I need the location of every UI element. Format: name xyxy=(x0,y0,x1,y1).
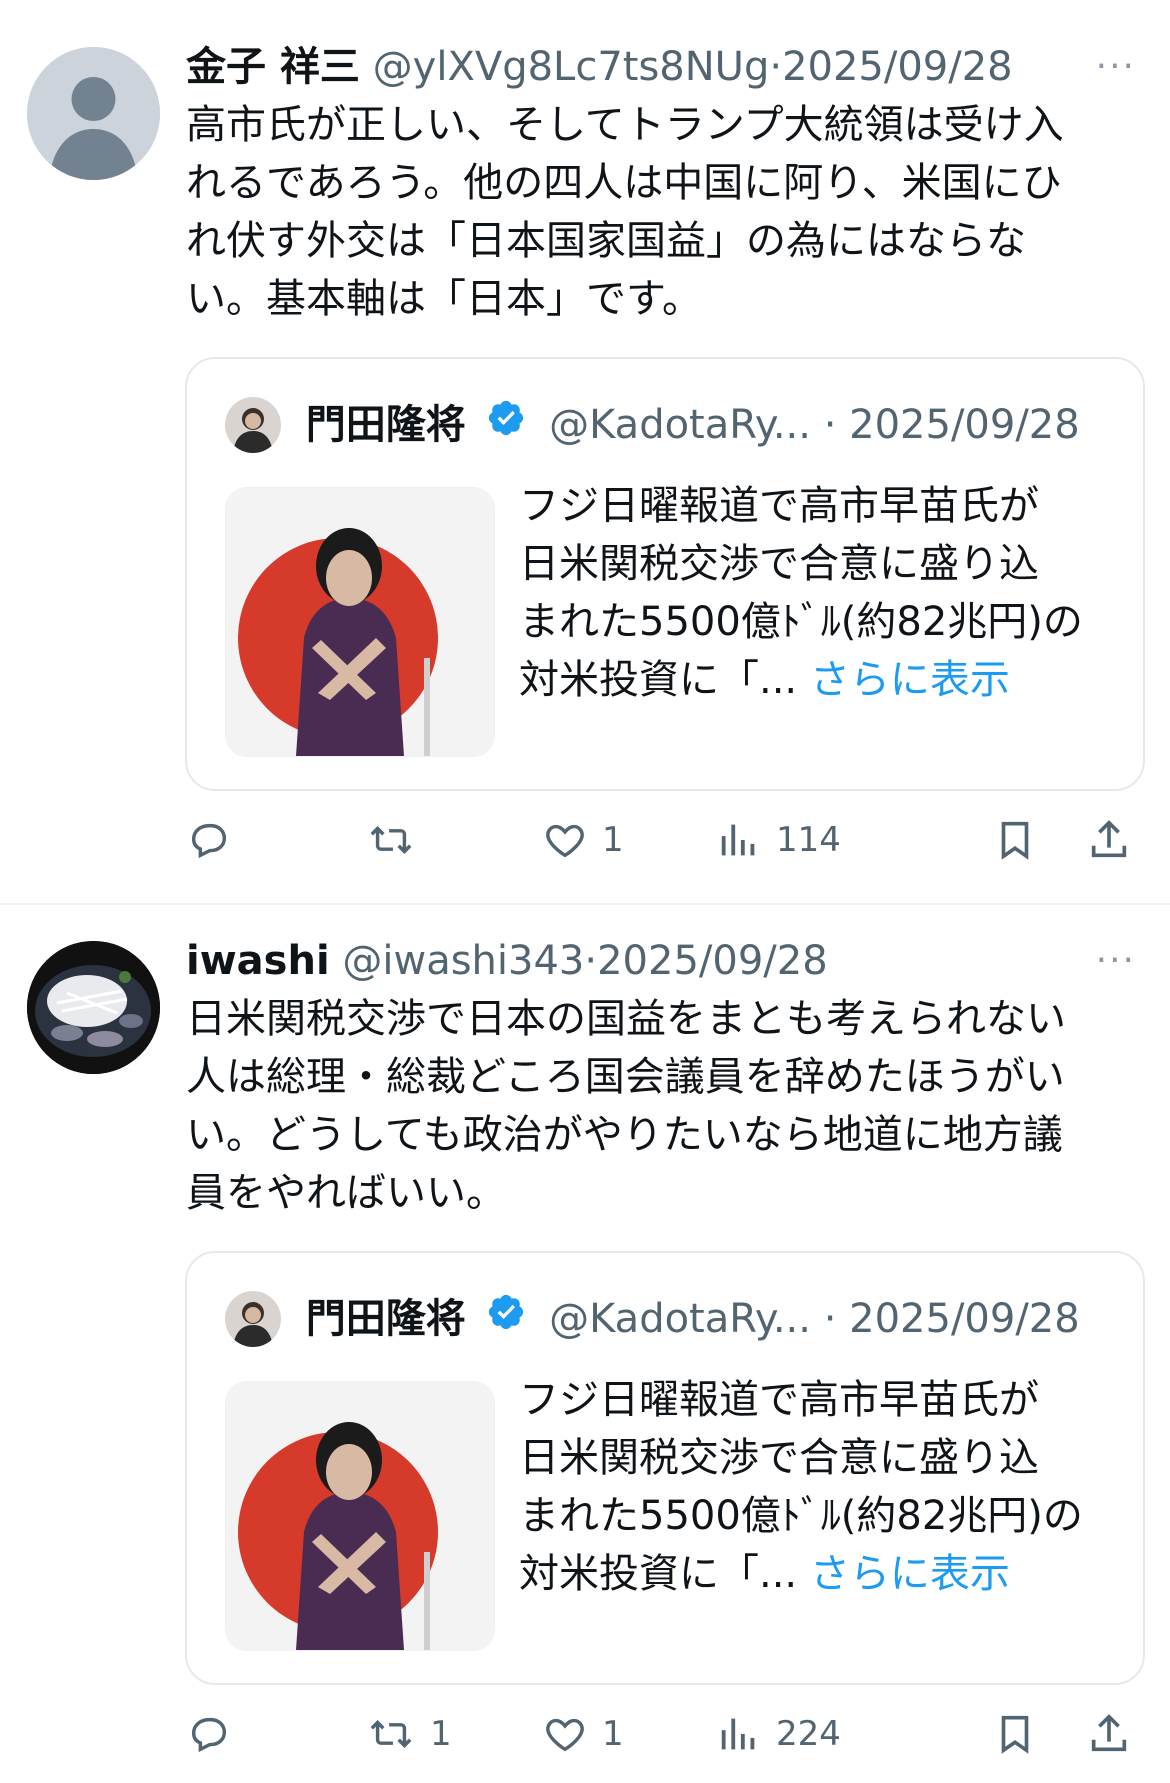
like-count: 1 xyxy=(602,1714,624,1754)
quote-avatar[interactable] xyxy=(225,1291,281,1347)
quote-avatar[interactable] xyxy=(225,397,281,453)
author-name[interactable]: 金子 祥三 xyxy=(186,44,360,90)
quote-media-image[interactable] xyxy=(225,487,495,757)
share-button[interactable] xyxy=(1086,810,1132,870)
like-count: 1 xyxy=(602,820,624,860)
like-button[interactable]: 1 xyxy=(542,810,624,870)
quoted-tweet[interactable]: 門田隆将 @KadotaRy... · 2025/09/28 フジ日曜報道で高市… xyxy=(185,357,1145,791)
tweet-text: 高市氏が正しい、そしてトランプ大統領は受け入 れるであろう。他の四人は中国に阿り… xyxy=(186,102,1064,322)
quote-media-image[interactable] xyxy=(225,1381,495,1651)
bookmark-button[interactable] xyxy=(992,810,1038,870)
retweet-icon xyxy=(370,1720,412,1748)
verified-badge-icon xyxy=(486,395,526,455)
views-button[interactable]: 114 xyxy=(716,810,841,870)
bookmark-icon xyxy=(1001,1715,1029,1754)
share-icon xyxy=(1091,820,1127,858)
separator-dot: · xyxy=(584,938,598,984)
author-name[interactable]: iwashi xyxy=(186,938,330,984)
separator-dot: · xyxy=(823,1296,837,1342)
separator-dot: · xyxy=(823,402,837,448)
avatar-default[interactable] xyxy=(27,47,160,180)
more-icon[interactable]: ··· xyxy=(1096,932,1136,990)
tweet-text: 日米関税交渉で日本の国益をまとも考えられない 人は総理・総裁どころ国会議員を辞め… xyxy=(186,996,1066,1216)
quote-date[interactable]: 2025/09/28 xyxy=(849,1296,1080,1342)
views-count: 224 xyxy=(776,1714,841,1754)
quote-author-name[interactable]: 門田隆将 xyxy=(306,402,466,448)
tweet-1[interactable]: 金子 祥三 @ylXVg8Lc7ts8NUg·2025/09/28 ··· 高市… xyxy=(0,0,1170,900)
quote-author-handle[interactable]: @KadotaRy... xyxy=(549,402,811,448)
quote-text: フジ日曜報道で高市早苗氏が 日米関税交渉で合意に盛り込 まれた5500億ﾄﾞﾙ(… xyxy=(519,477,1113,709)
person-icon xyxy=(27,47,160,180)
bookmark-icon xyxy=(1001,821,1029,860)
views-count: 114 xyxy=(776,820,841,860)
quote-date[interactable]: 2025/09/28 xyxy=(849,402,1080,448)
share-button[interactable] xyxy=(1086,1704,1132,1764)
food-photo-icon xyxy=(27,941,160,1074)
photo-thumbnail xyxy=(226,1382,494,1650)
retweet-icon xyxy=(370,826,412,854)
separator-dot: · xyxy=(769,44,783,90)
like-icon xyxy=(546,1718,584,1752)
more-icon[interactable]: ··· xyxy=(1096,38,1136,96)
show-more-link[interactable]: さらに表示 xyxy=(810,657,1010,703)
like-button[interactable]: 1 xyxy=(542,1704,624,1764)
reply-icon xyxy=(191,1717,227,1753)
quote-author-name[interactable]: 門田隆将 xyxy=(306,1296,466,1342)
action-bar: 1 1 224 xyxy=(186,1704,1144,1764)
reply-icon xyxy=(191,823,227,859)
action-bar: 1 114 xyxy=(186,810,1144,870)
share-icon xyxy=(1091,1714,1127,1752)
reply-button[interactable] xyxy=(186,810,246,870)
like-icon xyxy=(546,824,584,858)
photo-thumbnail xyxy=(226,488,494,756)
views-icon xyxy=(721,824,755,856)
quote-author-handle[interactable]: @KadotaRy... xyxy=(549,1296,811,1342)
bookmark-button[interactable] xyxy=(992,1704,1038,1764)
quote-text: フジ日曜報道で高市早苗氏が 日米関税交渉で合意に盛り込 まれた5500億ﾄﾞﾙ(… xyxy=(519,1371,1113,1603)
retweet-count: 1 xyxy=(430,1714,452,1754)
views-button[interactable]: 224 xyxy=(716,1704,841,1764)
tweet-divider xyxy=(0,903,1170,905)
retweet-button[interactable]: 1 xyxy=(366,1704,452,1764)
reply-button[interactable] xyxy=(186,1704,246,1764)
verified-badge-icon xyxy=(486,1289,526,1349)
retweet-button[interactable] xyxy=(366,810,430,870)
tweet-2[interactable]: iwashi @iwashi343·2025/09/28 ··· 日米関税交渉で… xyxy=(0,906,1170,1783)
quote-header: 門田隆将 @KadotaRy... · 2025/09/28 xyxy=(225,1287,1080,1347)
tweet-header: 金子 祥三 @ylXVg8Lc7ts8NUg·2025/09/28 ··· xyxy=(186,38,1144,96)
author-handle[interactable]: @iwashi343 xyxy=(342,938,584,984)
quoted-tweet[interactable]: 門田隆将 @KadotaRy... · 2025/09/28 フジ日曜報道で高市… xyxy=(185,1251,1145,1685)
views-icon xyxy=(721,1718,755,1750)
post-date[interactable]: 2025/09/28 xyxy=(597,938,828,984)
quote-header: 門田隆将 @KadotaRy... · 2025/09/28 xyxy=(225,393,1080,453)
show-more-link[interactable]: さらに表示 xyxy=(810,1551,1010,1597)
avatar-iwashi[interactable] xyxy=(27,941,160,1074)
author-handle[interactable]: @ylXVg8Lc7ts8NUg xyxy=(373,44,770,90)
post-date[interactable]: 2025/09/28 xyxy=(782,44,1013,90)
tweet-header: iwashi @iwashi343·2025/09/28 ··· xyxy=(186,932,1144,990)
